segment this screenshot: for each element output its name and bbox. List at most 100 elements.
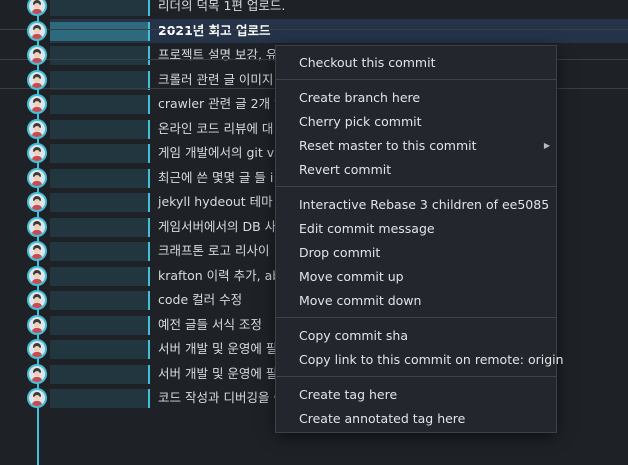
commit-message: 서버 개발 및 운영에 필 <box>158 341 278 356</box>
author-avatar[interactable] <box>27 290 47 310</box>
menu-item-interactive-rebase-3-children-of-ee5085[interactable]: Interactive Rebase 3 children of ee5085 <box>276 193 556 217</box>
commit-message: 2021년 회고 업로드 <box>158 23 271 38</box>
branch-color-bar <box>148 340 150 359</box>
commit-message: krafton 이력 추가, abo <box>158 268 288 283</box>
author-avatar[interactable] <box>27 339 47 359</box>
menu-item-checkout-this-commit[interactable]: Checkout this commit <box>276 51 556 75</box>
commit-context-menu: Checkout this commit Create branch here Ch… <box>275 45 564 433</box>
menu-item-label: Revert commit <box>299 162 392 177</box>
menu-item-create-branch-here[interactable]: Create branch here <box>276 86 556 110</box>
author-avatar[interactable] <box>27 217 47 237</box>
avatar-shirt <box>32 58 42 63</box>
author-avatar[interactable] <box>27 388 47 408</box>
branch-color-bar <box>148 169 150 188</box>
branch-color-bar <box>148 389 150 408</box>
branch-color-bar <box>148 22 150 41</box>
commit-message: 최근에 쓴 몇몇 글 들 i <box>158 170 274 185</box>
menu-item-label: Create branch here <box>299 90 421 105</box>
avatar-shirt <box>32 303 42 308</box>
avatar-shirt <box>32 352 42 357</box>
avatar-shirt <box>32 401 42 406</box>
commit-message: jekyll hydeout 테마 사 <box>158 194 289 209</box>
avatar-shirt <box>32 9 42 14</box>
branch-band <box>50 218 148 237</box>
avatar-shirt <box>32 377 42 382</box>
menu-item-label: Edit commit message <box>299 221 435 236</box>
author-avatar[interactable] <box>27 266 47 286</box>
author-avatar[interactable] <box>27 94 47 114</box>
branch-color-bar <box>148 0 150 16</box>
author-avatar[interactable] <box>27 143 47 163</box>
branch-band <box>50 242 148 261</box>
menu-item-label: Move commit up <box>299 269 404 284</box>
menu-item-create-tag-here[interactable]: Create tag here <box>276 383 556 407</box>
branch-color-bar <box>148 267 150 286</box>
menu-item-label: Reset master to this commit <box>299 138 477 153</box>
menu-item-label: Copy commit sha <box>299 328 408 343</box>
author-avatar[interactable] <box>27 119 47 139</box>
branch-color-bar <box>148 144 150 163</box>
branch-band <box>50 340 148 359</box>
avatar-shirt <box>32 107 42 112</box>
menu-item-label: Create tag here <box>299 387 398 402</box>
author-avatar[interactable] <box>27 315 47 335</box>
branch-color-bar <box>148 316 150 335</box>
branch-band <box>50 95 148 114</box>
chevron-right-icon: ▶ <box>543 141 550 150</box>
commit-message: 프로젝트 설명 보강, 유 <box>158 47 278 62</box>
commit-message: 게임 개발에서의 git vs <box>158 145 281 160</box>
avatar-shirt <box>32 279 42 284</box>
branch-color-bar <box>148 242 150 261</box>
menu-item-drop-commit[interactable]: Drop commit <box>276 241 556 265</box>
branch-color-bar <box>148 46 150 65</box>
commit-message: 온라인 코드 리뷰에 대 <box>158 121 274 136</box>
menu-item-revert-commit[interactable]: Revert commit <box>276 158 556 182</box>
menu-item-move-commit-up[interactable]: Move commit up <box>276 265 556 289</box>
author-avatar[interactable] <box>27 192 47 212</box>
menu-item-cherry-pick-commit[interactable]: Cherry pick commit <box>276 110 556 134</box>
menu-item-edit-commit-message[interactable]: Edit commit message <box>276 217 556 241</box>
branch-color-bar <box>148 120 150 139</box>
menu-item-label: Drop commit <box>299 245 381 260</box>
menu-item-label: Create annotated tag here <box>299 411 466 426</box>
branch-band <box>50 169 148 188</box>
avatar-shirt <box>32 205 42 210</box>
row-divider <box>0 29 628 30</box>
branch-band <box>50 0 148 16</box>
menu-item-copy-link-to-this-commit-on-remote-origin[interactable]: Copy link to this commit on remote: orig… <box>276 348 564 372</box>
branch-color-bar <box>148 291 150 310</box>
menu-item-copy-commit-sha[interactable]: Copy commit sha <box>276 324 556 348</box>
avatar-shirt <box>32 230 42 235</box>
avatar-shirt <box>32 34 42 39</box>
branch-color-bar <box>148 365 150 384</box>
author-avatar[interactable] <box>27 364 47 384</box>
menu-item-reset-master-to-this-commit[interactable]: Reset master to this commit ▶ <box>276 134 556 158</box>
menu-item-label: Move commit down <box>299 293 422 308</box>
avatar-shirt <box>32 328 42 333</box>
commit-message: code 컬러 수정 <box>158 292 243 307</box>
branch-band <box>50 267 148 286</box>
branch-band <box>50 46 148 65</box>
branch-color-bar <box>148 95 150 114</box>
menu-item-create-annotated-tag-here[interactable]: Create annotated tag here <box>276 407 556 431</box>
commit-message: 게임서버에서의 DB 사 <box>158 219 277 234</box>
branch-band <box>50 193 148 212</box>
author-avatar[interactable] <box>27 241 47 261</box>
commit-message: 리더의 덕목 1편 업로드. <box>158 0 286 13</box>
avatar-shirt <box>32 132 42 137</box>
branch-color-bar <box>148 193 150 212</box>
commit-row[interactable]: 2021년 회고 업로드 <box>0 19 628 43</box>
menu-item-move-commit-down[interactable]: Move commit down <box>276 289 556 313</box>
branch-band <box>50 365 148 384</box>
avatar-shirt <box>32 181 42 186</box>
author-avatar[interactable] <box>27 21 47 41</box>
author-avatar[interactable] <box>27 45 47 65</box>
branch-band <box>50 389 148 408</box>
branch-band <box>50 22 148 41</box>
branch-band <box>50 316 148 335</box>
commit-message: 크래프톤 로고 리사이 <box>158 243 270 258</box>
menu-item-label: Copy link to this commit on remote: orig… <box>299 352 564 367</box>
author-avatar[interactable] <box>27 70 47 90</box>
commit-row[interactable]: 리더의 덕목 1편 업로드. <box>0 0 628 18</box>
author-avatar[interactable] <box>27 168 47 188</box>
